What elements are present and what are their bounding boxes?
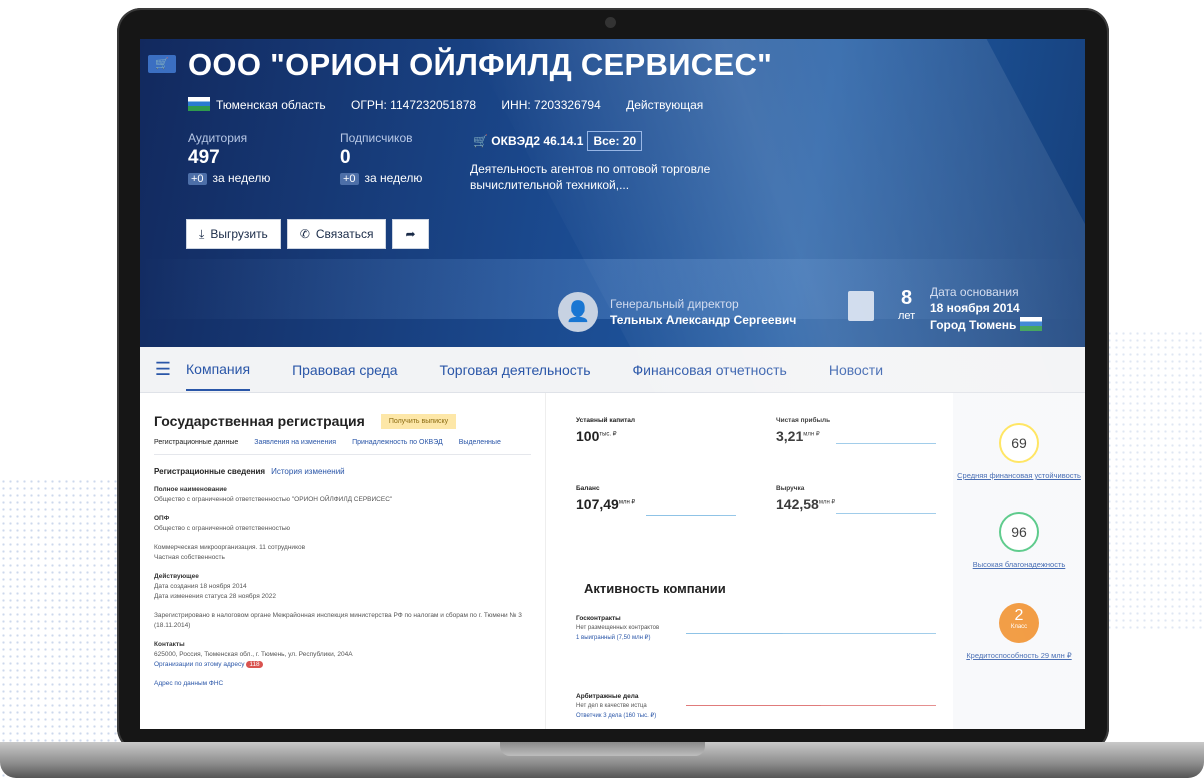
tab-news[interactable]: Новости bbox=[829, 350, 883, 390]
ogrn: ОГРН: 1147232051878 bbox=[351, 98, 477, 112]
status: Действующая bbox=[626, 98, 704, 112]
company-header: 🛒 ООО "ОРИОН ОЙЛФИЛД СЕРВИСЕС" Тюменская… bbox=[140, 39, 1085, 347]
arb-line-1: Нет дел в качестве истца bbox=[576, 703, 647, 709]
company-meta: Тюменская область ОГРН: 1147232051878 ИН… bbox=[188, 97, 725, 112]
company-age: 8 лет bbox=[898, 287, 916, 322]
balance-kpi: Баланс 107,49млн ₽ bbox=[576, 485, 636, 512]
tab-finance[interactable]: Финансовая отчетность bbox=[633, 350, 787, 390]
arb-chart-line bbox=[686, 705, 936, 706]
tab-selected[interactable]: Выделенные bbox=[459, 439, 501, 446]
tab-okved[interactable]: Принадлежность по ОКВЭД bbox=[352, 439, 443, 446]
count-badge: 118 bbox=[246, 661, 263, 668]
finance-activity-panel: Уставный капитал 100тыс. ₽ Чистая прибыль… bbox=[545, 393, 953, 729]
screen: 🛒 ООО "ОРИОН ОЙЛФИЛД СЕРВИСЕС" Тюменская… bbox=[140, 39, 1085, 729]
phone-icon: ✆ bbox=[299, 227, 310, 241]
foundation-date: Дата основания 18 ноября 2014 Город Тюме… bbox=[930, 285, 1048, 332]
financial-stability-gauge: 69 bbox=[999, 423, 1039, 463]
reliability-link[interactable]: Высокая благонадежность bbox=[953, 560, 1085, 569]
gos-line-2[interactable]: 1 выигранный (7,50 млн ₽) bbox=[576, 634, 650, 641]
share-button[interactable]: ➦ bbox=[392, 219, 429, 249]
registration-tabs: Регистрационные данные Заявления на изме… bbox=[154, 439, 531, 455]
region-flag-icon bbox=[188, 97, 210, 111]
calendar-icon bbox=[848, 291, 874, 321]
arb-line-2[interactable]: Ответчик 3 дела (160 тыс. ₽) bbox=[576, 712, 656, 719]
audience-stat: Аудитория 497 +0 за неделю bbox=[188, 131, 271, 185]
get-extract-button[interactable]: Получить выписку bbox=[380, 413, 457, 429]
inn: ИНН: 7203326794 bbox=[501, 98, 601, 112]
tab-legal[interactable]: Правовая среда bbox=[292, 350, 397, 390]
profit-sparkline bbox=[836, 443, 936, 444]
tab-company[interactable]: Компания bbox=[186, 349, 251, 391]
camera bbox=[605, 17, 616, 28]
financial-stability-link[interactable]: Средняя финансовая устойчивость bbox=[953, 471, 1085, 480]
activity-title: Активность компании bbox=[584, 581, 726, 596]
okved-all-button[interactable]: Все: 20 bbox=[587, 131, 643, 151]
arb-title: Арбитражные дела bbox=[576, 693, 639, 700]
okved: 🛒 ОКВЭД2 46.14.1 Все: 20 bbox=[473, 131, 643, 151]
export-button[interactable]: ⤓ Выгрузить bbox=[186, 219, 281, 249]
section-title: Государственная регистрация bbox=[154, 413, 365, 429]
registration-panel: Государственная регистрация Получить выпи… bbox=[140, 393, 545, 729]
tab-applications[interactable]: Заявления на изменения bbox=[254, 439, 336, 446]
menu-icon[interactable]: ☰ bbox=[140, 359, 186, 380]
tab-trade[interactable]: Торговая деятельность bbox=[440, 350, 591, 390]
action-buttons: ⤓ Выгрузить ✆ Связаться ➦ bbox=[186, 219, 429, 249]
balance-sparkline bbox=[646, 515, 736, 516]
profit-kpi: Чистая прибыль 3,21млн ₽ bbox=[776, 417, 831, 444]
laptop-frame: 🛒 ООО "ОРИОН ОЙЛФИЛД СЕРВИСЕС" Тюменская… bbox=[117, 8, 1109, 752]
history-link[interactable]: История изменений bbox=[271, 467, 345, 476]
credit-class-badge: 2 Класс bbox=[999, 603, 1039, 643]
company-name: ООО "ОРИОН ОЙЛФИЛД СЕРВИСЕС" bbox=[188, 47, 773, 82]
okved-description: Деятельность агентов по оптовой торговле… bbox=[470, 162, 711, 192]
reliability-gauge: 96 bbox=[999, 512, 1039, 552]
gos-line-1: Нет размещенных контрактов bbox=[576, 625, 660, 631]
revenue-sparkline bbox=[836, 513, 936, 514]
share-icon: ➦ bbox=[405, 227, 416, 241]
subscribers-stat: Подписчиков 0 +0 за неделю bbox=[340, 131, 423, 185]
credit-link[interactable]: Кредитоспособность 29 млн ₽ bbox=[953, 651, 1085, 660]
capital-kpi: Уставный капитал 100тыс. ₽ bbox=[576, 417, 636, 444]
revenue-kpi: Выручка 142,58млн ₽ bbox=[776, 485, 836, 512]
fns-address-link[interactable]: Адрес по данным ФНС bbox=[154, 679, 531, 689]
laptop-notch bbox=[500, 742, 705, 756]
region: Тюменская область bbox=[188, 97, 326, 112]
same-address-link[interactable]: Организации по этому адресу bbox=[154, 661, 245, 668]
main-tabs: ☰ Компания Правовая среда Торговая деяте… bbox=[140, 347, 1085, 393]
tab-reg-data[interactable]: Регистрационные данные bbox=[154, 439, 238, 446]
download-icon: ⤓ bbox=[199, 226, 205, 241]
gos-title: Госконтракты bbox=[576, 615, 621, 622]
director: 👤 Генеральный директор Тельных Александр … bbox=[558, 292, 796, 332]
city-flag-icon bbox=[1019, 317, 1042, 331]
cart-logo-icon: 🛒 bbox=[148, 55, 176, 73]
ratings-panel: 69 Средняя финансовая устойчивость 96 Вы… bbox=[953, 393, 1085, 729]
gos-chart-line bbox=[686, 633, 936, 634]
avatar: 👤 bbox=[558, 292, 598, 332]
contact-button[interactable]: ✆ Связаться bbox=[286, 219, 387, 249]
